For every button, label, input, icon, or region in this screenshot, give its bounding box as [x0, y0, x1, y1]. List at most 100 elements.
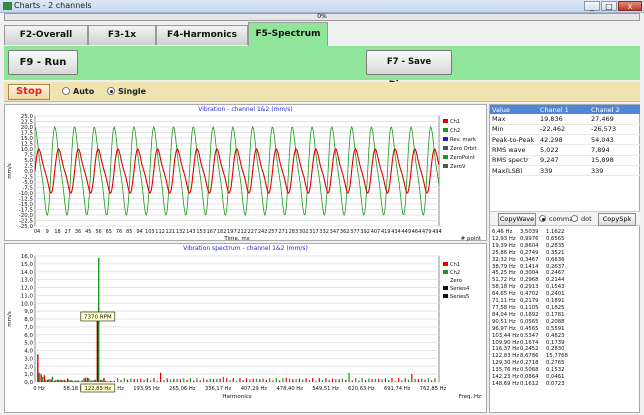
wave-x-tick: 85 [126, 229, 132, 235]
wave-x-tick: 9 [46, 229, 49, 235]
spectrum-bar-ch1 [103, 378, 105, 382]
single-radio-dot[interactable] [107, 87, 115, 95]
peak-row: 71,11 Hz 0,2179 0,1891 [492, 298, 640, 305]
stats-cell: 5,022 [538, 144, 589, 156]
wave-x-tick: 419 [381, 229, 391, 235]
peak-cell: 0,0723 [546, 380, 565, 387]
stats-cell: -26,573 [589, 124, 640, 136]
peak-row: 77,58 Hz 0,1105 0,1825 [492, 305, 640, 312]
peak-cell: 0,4823 [546, 332, 565, 339]
spectrum-bar-minor [130, 378, 132, 382]
spectrum-legend-label: Ch2 [450, 270, 460, 276]
dot-radio[interactable]: dot [571, 215, 592, 223]
peak-cell: 0,3521 [546, 249, 565, 256]
tab-harmonics[interactable]: F4-Harmonics (1x..Nx) [156, 25, 248, 59]
spectrum-bar-ch1 [40, 374, 42, 382]
peak-row: 45,25 Hz 0,3004 0,2467 [492, 270, 640, 277]
spectrum-legend-swatch [443, 278, 448, 282]
peak-row: 96,97 Hz 0,4565 0,5591 [492, 326, 640, 333]
spectrum-bar-minor [308, 380, 310, 382]
spectrum-bar-ch2 [101, 379, 103, 382]
spectrum-bar-minor [222, 376, 225, 382]
spectrum-bar-ch2 [61, 380, 64, 382]
spectrum-bar-ch2 [78, 380, 80, 382]
dot-radio-dot[interactable] [571, 215, 578, 222]
spectrum-bar-minor [351, 380, 353, 382]
wave-x-tick: 317 [309, 229, 319, 235]
wave-x-tick: 04 [34, 229, 40, 235]
spectrum-bar-minor [136, 379, 139, 382]
spectrum-bar-minor [196, 378, 198, 382]
comma-radio[interactable]: comma [539, 215, 573, 223]
peak-row: 51,72 Hz 0,2968 0,2144 [492, 277, 640, 284]
peak-row: 84,04 Hz 0,1892 0,1781 [492, 312, 640, 319]
save-diagram-button[interactable]: F7 - Save Diagram [366, 50, 452, 90]
spectrum-bar-minor [173, 378, 175, 382]
peak-cell: 0,1674 [520, 339, 539, 346]
wave-x-tick: 143 [186, 229, 196, 235]
spectrum-bar-minor [169, 379, 172, 382]
close-button[interactable]: x [618, 1, 642, 11]
stats-cell: Min [490, 124, 538, 136]
spectrum-bar-ch2 [88, 378, 90, 382]
tab-1x-vibration[interactable]: F3-1x vibration [88, 25, 156, 59]
spectrum-bar-ch2 [45, 379, 47, 382]
peak-cell: 8,6786 [520, 353, 539, 360]
maximize-button[interactable]: □ [601, 1, 617, 11]
vibration-chart-panel: Vibration - channel 1&2 (mm/s) 25,0 22,5 2… [4, 104, 487, 242]
wave-x-tick: 112 [155, 229, 165, 235]
minimize-button[interactable]: _ [584, 1, 600, 11]
spectrum-bar-minor [338, 379, 340, 382]
rpm-label: 7370 RPM [84, 315, 112, 321]
wave-legend-swatch [443, 128, 448, 132]
tab-overall-vibration[interactable]: F2-Overall vibration [4, 25, 88, 59]
spectrum-bar-minor [331, 378, 334, 382]
peak-cell: 0,5591 [546, 325, 565, 332]
spectrum-bar-minor [117, 378, 119, 382]
spectrum-bar-minor [202, 378, 205, 382]
stats-row: RMS wave 5,022 7,894 [490, 144, 640, 156]
peak-cell: 0,0461 [546, 374, 565, 381]
spectrum-bar-ch2 [58, 380, 60, 382]
spectrum-bar-ch2 [51, 376, 54, 382]
wave-x-tick: 65 [106, 229, 112, 235]
comma-radio-dot[interactable] [539, 215, 546, 222]
wave-legend-label: Rev. mark [450, 137, 476, 143]
stop-button[interactable]: Stop [8, 84, 50, 100]
run-button[interactable]: F9 - Run [8, 50, 78, 75]
peak-cell: 0,4565 [520, 325, 539, 332]
auto-radio-dot[interactable] [62, 87, 70, 95]
stats-cell: Max [490, 114, 538, 125]
spectrum-bar-minor [126, 379, 129, 382]
stats-row: Peak-to-Peak 42,298 54,043 [490, 134, 640, 146]
peak-cell: 45,25 Hz [492, 270, 516, 277]
stats-cell: 9,247 [538, 155, 589, 166]
single-label: Single [118, 87, 147, 96]
spectrum-bar-ch1 [73, 381, 75, 382]
spectrum-bar-ch1 [106, 381, 108, 382]
peak-cell: 0,2401 [546, 291, 565, 298]
wave-x-tick: 132 [176, 229, 186, 235]
spectrum-bar-minor [407, 379, 410, 382]
wave-x-tick: 257 [268, 229, 278, 235]
copyspk-button[interactable]: CopySpk [598, 213, 636, 226]
wave-x-tick: 167 [207, 229, 217, 235]
spectrum-bar-minor [206, 379, 208, 382]
spectrum-bar-minor [378, 378, 380, 382]
stats-row: Max(LSB) 339 339 [490, 165, 640, 177]
auto-radio[interactable]: Auto [62, 87, 94, 96]
stats-panel: Value Chanel 1 Chanel 2 Max 19,836 27,469 M… [489, 104, 640, 413]
spectrum-bar-ch1 [43, 375, 46, 382]
spectrum-bar-minor [348, 372, 350, 382]
stats-header: Value [490, 105, 538, 114]
wave-legend-label: ZeroPoint [450, 155, 475, 161]
vibration-chart: 25,022,520,017,515,012,510,07,55,02,50,0… [7, 114, 482, 242]
wave-x-tick: 283 [289, 229, 299, 235]
spectrum-bar-minor [189, 378, 191, 382]
copywave-button[interactable]: CopyWave [498, 213, 536, 226]
tab-spectrum[interactable]: F5-Spectrum (Hz) [248, 22, 328, 61]
peak-cell: 0,2913 [520, 284, 539, 291]
spectrum-bar-minor [176, 378, 178, 382]
single-radio[interactable]: Single [107, 87, 146, 96]
spectrum-bar-minor [259, 379, 261, 382]
